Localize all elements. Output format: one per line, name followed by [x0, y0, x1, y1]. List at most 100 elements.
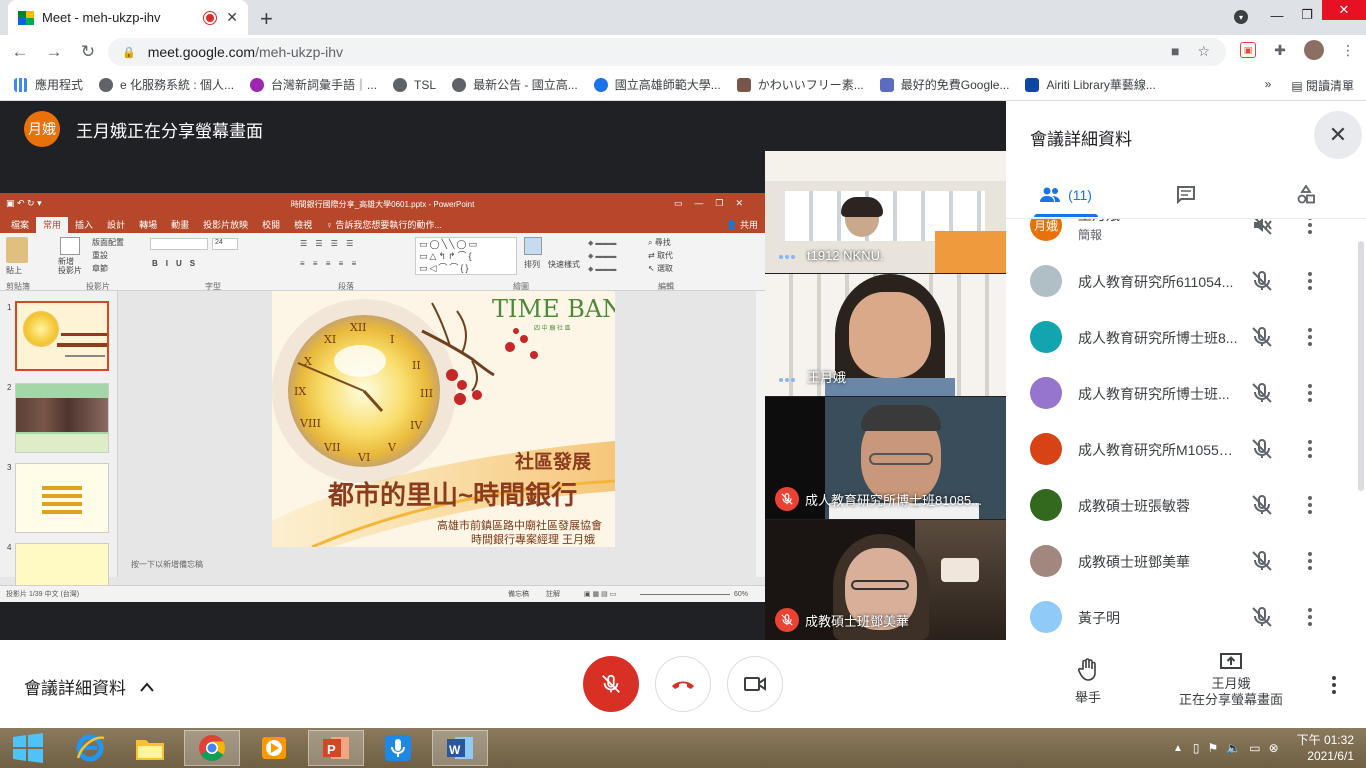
participant-more-button[interactable]	[1302, 549, 1318, 573]
participant-name: 成教碩士班張敏蓉	[1078, 498, 1190, 514]
notification-close-icon[interactable]: ⊗	[1269, 741, 1279, 755]
mic-toggle-button[interactable]	[583, 656, 639, 712]
reading-list-button[interactable]: ▤ 閱讀清單	[1291, 77, 1354, 94]
bookmark-item[interactable]: 最新公告 - 國立高...	[452, 76, 578, 93]
participant-more-button[interactable]	[1302, 381, 1318, 405]
meeting-details-button[interactable]: 會議詳細資料	[24, 674, 154, 699]
video-tile-1[interactable]: t1912 NKNU.	[765, 151, 1006, 273]
participant-more-button[interactable]	[1302, 219, 1318, 237]
participant-row[interactable]: 成人教育研究所博士班8...	[1006, 309, 1366, 365]
reload-button[interactable]: ↻	[74, 42, 102, 62]
taskbar-clock[interactable]: 下午 01:32 2021/6/1	[1297, 732, 1354, 764]
mic-off-icon[interactable]	[1250, 437, 1274, 461]
tab-search-icon[interactable]: ▾	[1234, 10, 1248, 24]
mic-off-icon[interactable]	[1250, 325, 1274, 349]
volume-icon[interactable]: 🔈	[1226, 741, 1241, 755]
start-button[interactable]	[0, 730, 56, 766]
participant-row[interactable]: 成人教育研究所611054...	[1006, 253, 1366, 309]
restore-button[interactable]: ❐	[1292, 0, 1322, 30]
tab-activities[interactable]	[1246, 173, 1366, 217]
close-panel-button[interactable]: ✕	[1314, 111, 1362, 159]
taskbar-file-explorer[interactable]	[122, 730, 178, 766]
presenting-status-button[interactable]: 王月娥 正在分享螢幕畫面	[1170, 652, 1292, 708]
participant-row[interactable]: 黃子明	[1006, 589, 1366, 640]
editor-scrollbar	[756, 291, 765, 577]
more-options-button[interactable]	[1332, 676, 1336, 694]
shape-fill-options: ◆ ▬▬▬ ◆ ▬▬▬ ◆ ▬▬▬	[588, 240, 617, 273]
camera-in-use-icon[interactable]: ■	[1171, 43, 1179, 60]
network-icon[interactable]: ▭	[1249, 741, 1260, 755]
participant-more-button[interactable]	[1302, 325, 1318, 349]
taskbar-powerpoint[interactable]: P	[308, 730, 364, 766]
new-tab-button[interactable]: +	[260, 6, 273, 32]
bookmarks-overflow-button[interactable]: »	[1265, 77, 1272, 94]
tab-chat[interactable]	[1126, 173, 1246, 217]
browser-tab-meet[interactable]: Meet - meh-ukzp-ihv ✕	[8, 0, 248, 35]
flag-icon[interactable]: ⚑	[1208, 741, 1219, 755]
participant-row[interactable]: 成人教育研究所博士班...	[1006, 365, 1366, 421]
participant-row[interactable]: 成教碩士班鄧美華	[1006, 533, 1366, 589]
forward-button[interactable]: →	[40, 42, 68, 62]
bookmark-star-icon[interactable]: ☆	[1197, 43, 1210, 60]
camera-toggle-button[interactable]	[727, 656, 783, 712]
participant-more-button[interactable]	[1302, 605, 1318, 629]
video-tile-3[interactable]: 成人教育研究所博士班81085...	[765, 397, 1006, 519]
recording-icon	[204, 11, 217, 24]
presenting-status-label: 正在分享螢幕畫面	[1178, 692, 1283, 707]
ppt-share-user-icon: 👤	[726, 220, 740, 230]
slide-number: 2	[7, 383, 12, 392]
tray-overflow-icon[interactable]: ▲	[1173, 743, 1183, 754]
taskbar-word[interactable]: W	[432, 730, 488, 766]
mic-off-icon[interactable]	[1250, 381, 1274, 405]
tab-people[interactable]: (11)	[1006, 173, 1126, 217]
svg-text:I: I	[390, 333, 394, 346]
battery-icon[interactable]: ▯	[1193, 741, 1200, 755]
participant-more-button[interactable]	[1302, 269, 1318, 293]
chrome-menu-icon[interactable]: ⋮	[1338, 40, 1358, 60]
taskbar-ie[interactable]	[62, 730, 118, 766]
volume-muted-icon[interactable]	[1250, 218, 1274, 237]
bookmark-item[interactable]: e 化服務系統 : 個人...	[99, 76, 234, 93]
participant-more-button[interactable]	[1302, 493, 1318, 517]
mic-off-icon[interactable]	[1250, 269, 1274, 293]
window-close-button[interactable]: ✕	[1322, 0, 1366, 20]
profile-avatar[interactable]	[1304, 40, 1324, 60]
extensions-puzzle-icon[interactable]: ✚	[1270, 40, 1290, 60]
participant-more-button[interactable]	[1302, 437, 1318, 461]
video-tile-2[interactable]: 王月娥	[765, 274, 1006, 396]
mic-off-icon[interactable]	[1250, 605, 1274, 629]
taskbar-chrome[interactable]	[184, 730, 240, 766]
mic-off-icon[interactable]	[1250, 549, 1274, 573]
minimize-button[interactable]: —	[1262, 0, 1292, 30]
bookmark-item[interactable]: TSL	[393, 77, 436, 92]
bookmark-item[interactable]: 最好的免費Google...	[879, 76, 1009, 93]
video-tile-4[interactable]: 成教碩士班鄧美華	[765, 520, 1006, 640]
ppt-new-slide-label: 新增 投影片	[58, 257, 82, 275]
tile-name: 成人教育研究所博士班81085...	[805, 493, 982, 508]
bookmark-apps[interactable]: 應用程式	[14, 76, 83, 93]
ppt-tab: 動畫	[171, 220, 190, 230]
leave-call-button[interactable]	[655, 656, 711, 712]
address-bar[interactable]: 🔒 meet.google.com/meh-ukzp-ihv ■ ☆	[108, 38, 1226, 66]
view-buttons: ▣ ▦ ▤ ▭	[584, 591, 617, 598]
bookmark-item[interactable]: Airiti Library華藝線...	[1025, 76, 1156, 93]
bookmark-item[interactable]: 台灣新詞彙手語｜...	[250, 76, 377, 93]
raise-hand-button[interactable]: 舉手	[1060, 658, 1116, 706]
taskbar-media-player[interactable]	[246, 730, 302, 766]
lock-icon[interactable]: 🔒	[122, 46, 136, 59]
site-icon	[1025, 77, 1040, 92]
tab-title: Meet - meh-ukzp-ihv	[42, 10, 161, 25]
close-tab-icon[interactable]: ✕	[226, 9, 238, 26]
mic-off-icon[interactable]	[1250, 493, 1274, 517]
taskbar-voice-app[interactable]	[370, 730, 426, 766]
extension-icon[interactable]: ▣	[1240, 42, 1256, 58]
bookmark-item[interactable]: かわいいフリー素...	[736, 76, 864, 93]
participant-row[interactable]: 月娥 王月娥簡報	[1006, 218, 1366, 253]
participant-row[interactable]: 成人教育研究所M10556...	[1006, 421, 1366, 477]
slide-notes: 按一下以新增備忘稿	[131, 560, 203, 569]
participant-row[interactable]: 成教碩士班張敏蓉	[1006, 477, 1366, 533]
bookmark-item[interactable]: 國立高雄師範大學...	[593, 76, 721, 93]
panel-scrollbar[interactable]	[1358, 241, 1364, 491]
back-button[interactable]: ←	[6, 42, 34, 62]
microphone-app-icon	[385, 735, 411, 761]
